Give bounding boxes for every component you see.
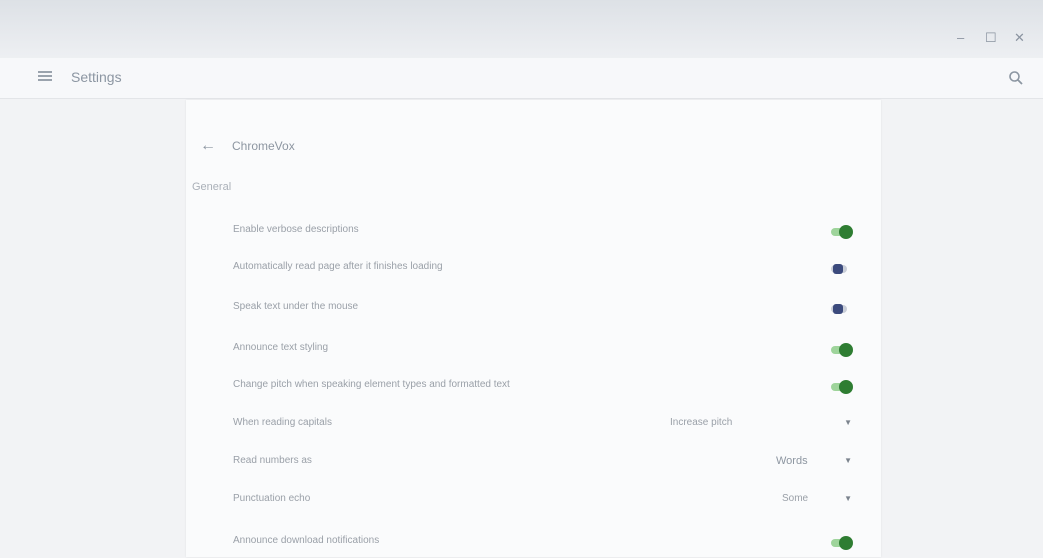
select-value: Increase pitch	[670, 417, 733, 428]
setting-label: When reading capitals	[233, 417, 332, 428]
setting-label: Automatically read page after it finishe…	[233, 261, 443, 272]
setting-label: Announce download notifications	[233, 535, 380, 546]
setting-row-reading-capitals: When reading capitals Increase pitch ▼	[186, 410, 881, 440]
app-title: Settings	[71, 69, 122, 85]
setting-row-verbose-descriptions[interactable]: Enable verbose descriptions	[186, 217, 881, 247]
setting-label: Read numbers as	[233, 455, 312, 466]
hamburger-menu-icon[interactable]	[38, 71, 52, 82]
toggle-change-pitch[interactable]	[831, 380, 853, 394]
select-reading-capitals[interactable]: Increase pitch ▼	[670, 417, 852, 433]
setting-row-punctuation-echo: Punctuation echo Some ▼	[186, 486, 881, 516]
minimize-icon[interactable]: –	[957, 30, 964, 45]
setting-row-announce-text-styling[interactable]: Announce text styling	[186, 335, 881, 365]
setting-row-change-pitch[interactable]: Change pitch when speaking element types…	[186, 372, 881, 402]
toggle-download-notifications[interactable]	[831, 536, 853, 550]
setting-label: Announce text styling	[233, 342, 329, 353]
dropdown-arrow-icon: ▼	[844, 494, 852, 503]
setting-row-read-numbers: Read numbers as Words ▼	[186, 448, 881, 478]
setting-row-speak-under-mouse[interactable]: Speak text under the mouse	[186, 294, 881, 324]
toggle-auto-read-page[interactable]	[831, 262, 853, 276]
setting-row-download-notifications[interactable]: Announce download notifications	[186, 528, 881, 558]
toggle-announce-text-styling[interactable]	[831, 343, 853, 357]
search-icon[interactable]	[1008, 70, 1024, 86]
select-punctuation-echo[interactable]: Some ▼	[782, 493, 852, 509]
section-header-general: General	[192, 181, 232, 193]
select-read-numbers[interactable]: Words ▼	[776, 455, 852, 471]
maximize-icon[interactable]: ☐	[985, 30, 997, 46]
select-value: Some	[782, 493, 809, 504]
select-value: Words	[776, 455, 808, 467]
back-arrow-icon[interactable]: ←	[200, 137, 216, 155]
window-title-bar: – ☐ ✕	[0, 0, 1043, 60]
setting-label: Speak text under the mouse	[233, 301, 359, 312]
setting-label: Punctuation echo	[233, 493, 311, 504]
settings-app-bar: Settings	[0, 58, 1043, 99]
setting-label: Change pitch when speaking element types…	[233, 379, 510, 390]
toggle-speak-under-mouse[interactable]	[831, 302, 853, 316]
dropdown-arrow-icon: ▼	[844, 456, 852, 465]
dropdown-arrow-icon: ▼	[844, 418, 852, 427]
close-icon[interactable]: ✕	[1014, 30, 1025, 46]
page-title: ChromeVox	[232, 139, 295, 153]
chromevox-settings-panel: ← ChromeVox General Enable verbose descr…	[186, 100, 881, 557]
setting-label: Enable verbose descriptions	[233, 224, 359, 235]
setting-row-auto-read-page[interactable]: Automatically read page after it finishe…	[186, 254, 881, 284]
toggle-verbose-descriptions[interactable]	[831, 225, 853, 239]
